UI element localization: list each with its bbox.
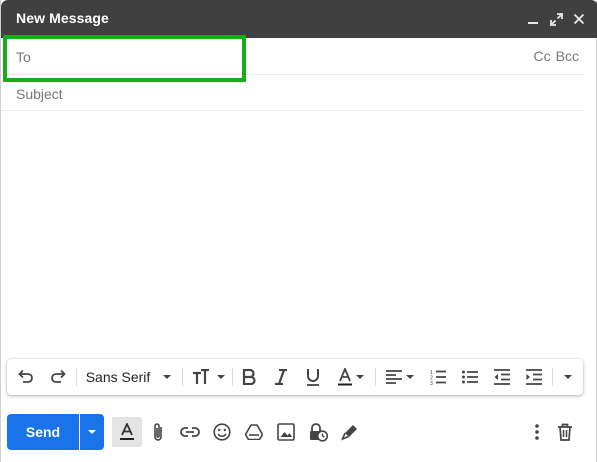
italic-icon[interactable] — [267, 359, 295, 395]
minimize-icon[interactable] — [523, 9, 543, 29]
discard-draft-icon[interactable] — [550, 417, 580, 447]
chevron-down-icon — [163, 375, 172, 379]
formatting-toolbar: Sans Serif 123 — [7, 359, 583, 395]
to-row: Cc Bcc — [1, 38, 584, 75]
message-body[interactable] — [1, 111, 584, 356]
expand-icon[interactable] — [546, 9, 566, 29]
bold-icon[interactable] — [235, 359, 263, 395]
subject-input[interactable] — [16, 84, 496, 104]
attach-file-icon[interactable] — [143, 417, 173, 447]
font-size-icon[interactable] — [187, 359, 229, 395]
underline-icon[interactable] — [299, 359, 327, 395]
numbered-list-icon[interactable]: 123 — [424, 359, 452, 395]
insert-link-icon[interactable] — [175, 417, 205, 447]
svg-text:3: 3 — [430, 381, 433, 385]
chevron-down-icon — [88, 430, 96, 434]
font-family-label: Sans Serif — [85, 369, 151, 385]
google-drive-icon[interactable] — [239, 417, 269, 447]
font-family-select[interactable]: Sans Serif — [79, 359, 179, 395]
text-color-icon[interactable] — [331, 359, 371, 395]
redo-icon[interactable] — [43, 359, 73, 395]
formatting-options-icon[interactable] — [112, 417, 142, 447]
subject-row — [1, 75, 584, 111]
cc-link[interactable]: Cc — [534, 48, 551, 64]
close-icon[interactable] — [569, 9, 589, 29]
to-input[interactable] — [16, 47, 496, 67]
more-options-icon[interactable] — [522, 417, 552, 447]
compose-actions: Send — [1, 410, 597, 454]
schedule-send-button[interactable] — [80, 414, 104, 450]
emoji-icon[interactable] — [207, 417, 237, 447]
insert-photo-icon[interactable] — [271, 417, 301, 447]
more-formatting-icon[interactable] — [557, 359, 579, 395]
send-button[interactable]: Send — [7, 414, 79, 450]
indent-less-icon[interactable] — [488, 359, 516, 395]
undo-icon[interactable] — [11, 359, 41, 395]
cc-bcc-links: Cc Bcc — [534, 48, 579, 64]
bulleted-list-icon[interactable] — [456, 359, 484, 395]
indent-more-icon[interactable] — [520, 359, 548, 395]
bcc-link[interactable]: Bcc — [556, 48, 579, 64]
align-icon[interactable] — [380, 359, 420, 395]
compose-window: New Message Cc Bcc Sans Serif — [0, 0, 597, 462]
compose-title: New Message — [16, 10, 109, 26]
signature-icon[interactable] — [335, 417, 365, 447]
confidential-mode-icon[interactable] — [303, 417, 333, 447]
compose-titlebar[interactable]: New Message — [1, 0, 597, 38]
